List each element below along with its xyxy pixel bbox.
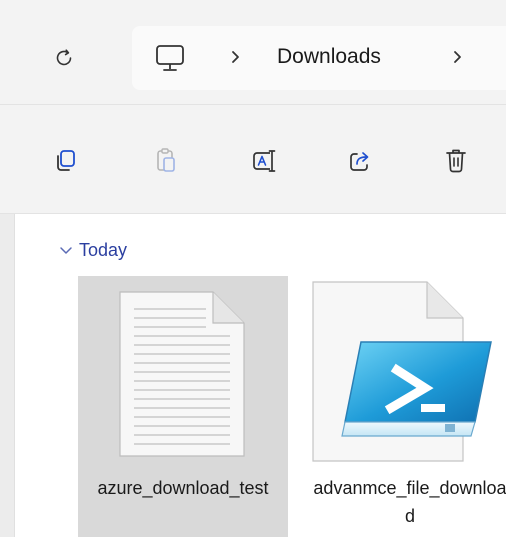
group-header-today[interactable]: Today: [59, 238, 127, 262]
file-item-azure-download-test[interactable]: azure_download_test: [78, 276, 288, 537]
delete-button[interactable]: [436, 141, 476, 181]
file-item-advanmce-file-download[interactable]: advanmce_file_download: [305, 276, 506, 537]
rename-button[interactable]: [246, 141, 286, 181]
navigation-pane-edge: [0, 214, 15, 537]
group-label: Today: [79, 239, 128, 260]
refresh-icon: [56, 49, 72, 66]
chevron-right-icon[interactable]: [228, 46, 244, 68]
file-name: azure_download_test: [97, 478, 269, 498]
text-document-icon: [119, 291, 245, 457]
share-button[interactable]: [340, 141, 380, 181]
share-icon: [350, 152, 369, 171]
copy-icon: [57, 150, 75, 171]
this-pc-icon[interactable]: [154, 44, 188, 74]
paste-icon: [157, 148, 175, 172]
file-list: Today azure_download_test advanmce_file_…: [15, 214, 506, 537]
address-bar: Downloads: [0, 0, 506, 105]
powershell-script-icon: [312, 281, 492, 462]
chevron-right-icon[interactable]: [450, 46, 466, 68]
copy-button[interactable]: [46, 141, 86, 181]
command-bar: [0, 105, 506, 214]
rename-icon: [253, 150, 276, 172]
breadcrumb[interactable]: Downloads: [132, 26, 506, 90]
delete-icon: [446, 149, 466, 173]
file-name: advanmce_file_download: [313, 478, 506, 526]
refresh-button[interactable]: [44, 38, 84, 78]
paste-button[interactable]: [146, 141, 186, 181]
breadcrumb-item-downloads[interactable]: Downloads: [277, 42, 381, 72]
chevron-down-icon[interactable]: [59, 245, 73, 255]
